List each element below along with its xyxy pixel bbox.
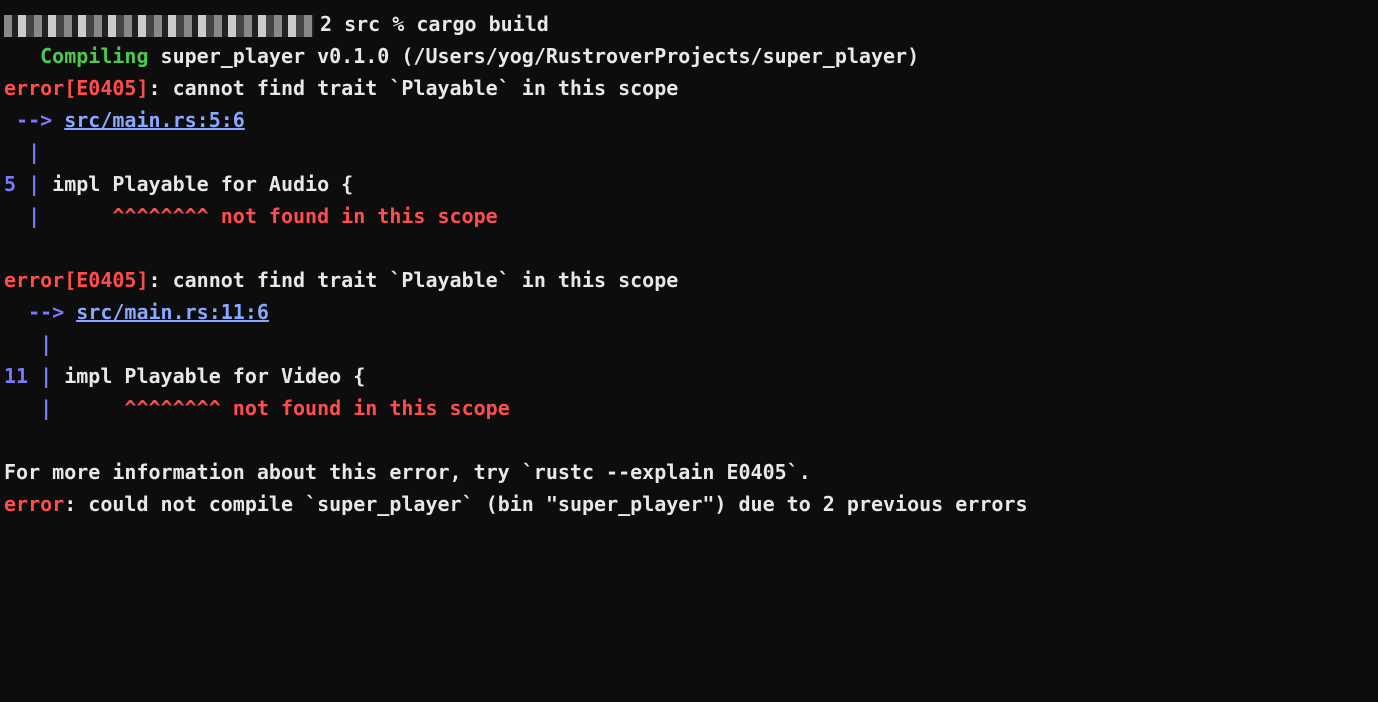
error2-location-link[interactable]: src/main.rs:11:6 bbox=[76, 300, 269, 324]
error1-location-line: --> src/main.rs:5:6 bbox=[4, 104, 1374, 136]
error1-pipe2: | bbox=[28, 172, 40, 196]
error1-code-line: 5 | impl Playable for Audio { bbox=[4, 168, 1374, 200]
info-text: For more information about this error, t… bbox=[4, 460, 811, 484]
blank-line-2 bbox=[4, 424, 1374, 456]
error2-arrow: --> bbox=[4, 300, 76, 324]
error2-pipe1: | bbox=[4, 328, 1374, 360]
error1-not-found: not found in this scope bbox=[209, 204, 498, 228]
prompt-text: 2 src % cargo build bbox=[320, 12, 549, 36]
error1-prefix: error[E0405] bbox=[4, 76, 149, 100]
pixelated-user-host bbox=[4, 15, 314, 37]
error1-location-link[interactable]: src/main.rs:5:6 bbox=[64, 108, 245, 132]
error1-arrow: --> bbox=[4, 108, 64, 132]
error2-code: impl Playable for Video { bbox=[52, 364, 365, 388]
error2-pipe2: | bbox=[40, 364, 52, 388]
error2-line-num: 11 bbox=[4, 364, 40, 388]
error1-caret-line: | ^^^^^^^^ not found in this scope bbox=[4, 200, 1374, 232]
info-line: For more information about this error, t… bbox=[4, 456, 1374, 488]
final-error-msg: : could not compile `super_player` (bin … bbox=[64, 492, 1027, 516]
error2-location-line: --> src/main.rs:11:6 bbox=[4, 296, 1374, 328]
error2-pipe3: | bbox=[4, 396, 52, 420]
error2-header: error[E0405]: cannot find trait `Playabl… bbox=[4, 264, 1374, 296]
error2-caret-line: | ^^^^^^^^ not found in this scope bbox=[4, 392, 1374, 424]
error1-pipe1: | bbox=[4, 136, 1374, 168]
error1-message: : cannot find trait `Playable` in this s… bbox=[149, 76, 679, 100]
error2-code-line: 11 | impl Playable for Video { bbox=[4, 360, 1374, 392]
error2-message: : cannot find trait `Playable` in this s… bbox=[149, 268, 679, 292]
compiling-line: Compiling super_player v0.1.0 (/Users/yo… bbox=[4, 40, 1374, 72]
error1-header: error[E0405]: cannot find trait `Playabl… bbox=[4, 72, 1374, 104]
blank-line-1 bbox=[4, 232, 1374, 264]
prompt-line: 2 src % cargo build bbox=[4, 8, 1374, 40]
compiling-text: super_player v0.1.0 (/Users/yog/Rustrove… bbox=[149, 44, 920, 68]
compiling-label: Compiling bbox=[40, 44, 148, 68]
error2-carets: ^^^^^^^^ bbox=[52, 396, 221, 420]
error1-line-num: 5 bbox=[4, 172, 28, 196]
error2-prefix: error[E0405] bbox=[4, 268, 149, 292]
final-error-label: error bbox=[4, 492, 64, 516]
final-error-line: error: could not compile `super_player` … bbox=[4, 488, 1374, 520]
error2-not-found: not found in this scope bbox=[221, 396, 510, 420]
error1-carets: ^^^^^^^^ bbox=[40, 204, 209, 228]
error1-code: impl Playable for Audio { bbox=[40, 172, 353, 196]
error1-pipe3: | bbox=[4, 204, 40, 228]
